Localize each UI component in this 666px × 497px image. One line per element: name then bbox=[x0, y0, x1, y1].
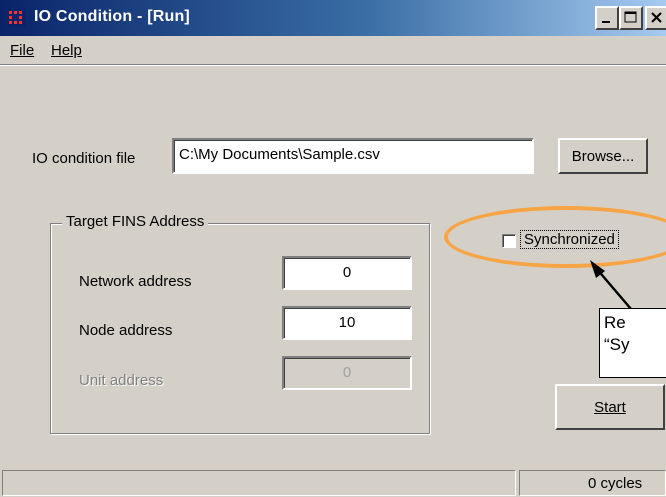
status-pane-main bbox=[2, 470, 516, 496]
annotation-callout: Re “Sy bbox=[599, 308, 666, 378]
app-window: IO Condition - [Run] File Help IO condit… bbox=[0, 0, 666, 497]
cycles-count: 0 cycles bbox=[588, 475, 643, 492]
callout-arrow bbox=[590, 260, 632, 310]
status-pane-cycles: 0 cycles bbox=[519, 470, 666, 496]
callout-line-1: Re bbox=[604, 313, 626, 332]
callout-line-2: “Sy bbox=[604, 335, 630, 354]
status-bar: 0 cycles bbox=[0, 466, 666, 497]
